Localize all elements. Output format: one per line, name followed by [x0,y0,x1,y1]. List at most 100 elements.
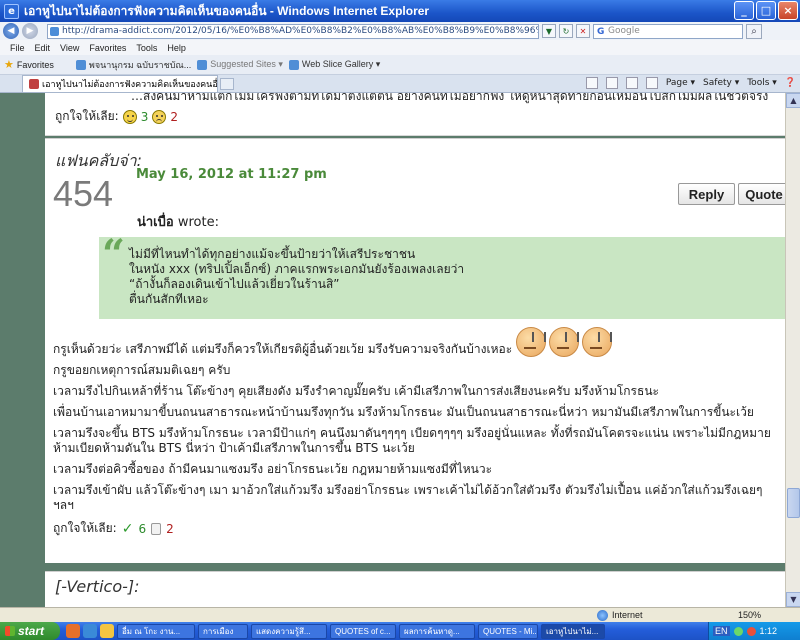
comment-author: แฟนคลับจ่า: [55,151,142,170]
comment-paragraph: กรูเห็นด้วยว่ะ เสรีภาพมีได้ แต่มรึงก็ควร… [53,327,783,357]
tab-row: เอาหูไปนาไม่ต้องการฟังความคิดเห็นของคนอื… [0,75,800,93]
menu-file[interactable]: File [10,43,25,53]
favorites-button[interactable]: ★ Favorites [4,58,54,71]
favorite-item-label: พจนานุกรม ฉบับราชบัณ... [88,59,192,70]
task-item-active[interactable]: เอาหูไปนาไม่... [541,623,605,639]
menu-view[interactable]: View [60,43,79,53]
scroll-up-button[interactable]: ▲ [786,93,800,108]
bad-count: 2 [170,109,179,124]
window-title: เอาหูไปนาไม่ต้องการฟังความคิดเห็นของคนอื… [24,3,430,18]
safety-menu[interactable]: Safety ▾ [703,78,739,88]
quote-block: “ ไม่มีที่ไหนทำได้ทุกอย่างแม้จะขึ้นป้ายว… [99,231,785,319]
page-favicon-icon [50,26,59,36]
quoted-user: น่าเบื่อ [137,215,174,230]
start-button[interactable]: start [0,622,60,640]
ie-quicklaunch-icon[interactable] [83,624,97,638]
maximize-button[interactable]: □ [756,1,776,20]
menu-edit[interactable]: Edit [35,43,51,53]
back-button[interactable]: ◀ [3,23,19,39]
security-icon[interactable] [746,626,756,636]
page-menu[interactable]: Page ▾ [666,78,695,88]
quote-button[interactable]: Quote [738,183,785,205]
url-field[interactable]: http://drama-addict.com/2012/05/16/%E0%B… [47,23,539,39]
comment-author: [-Vertico-]: [55,577,140,596]
previous-comment-text: …สงคนมาห้ามแต่ก็ไม่มีใครฟังตามที่ได้มาตั… [131,93,769,103]
new-tab-button[interactable] [220,77,234,90]
zoom-level[interactable]: 150% [738,610,761,620]
task-item[interactable]: แสดงความรู้สึ... [251,623,327,639]
clock[interactable]: 1:12 [760,626,778,636]
thumbs-down-icon[interactable] [151,522,162,535]
comment-date[interactable]: May 16, 2012 at 11:27 pm [136,167,327,182]
stop-button[interactable]: ✕ [576,24,590,38]
scroll-down-button[interactable]: ▼ [786,592,800,607]
comment-paragraph-text: กรูเห็นด้วยว่ะ เสรีภาพมีได้ แต่มรึงก็ควร… [53,342,513,356]
quote-line: ไม่มีที่ไหนทำได้ทุกอย่างแม้จะขึ้นป้ายว่า… [129,247,416,261]
task-item[interactable]: QUOTES of c... [330,623,396,639]
close-button[interactable]: × [778,1,798,20]
favorite-item-web-slice-gallery[interactable]: Web Slice Gallery ▾ [288,59,381,70]
good-count: 3 [140,109,149,124]
scroll-thumb[interactable] [787,488,800,518]
favorite-item-suggested-sites[interactable]: Suggested Sites ▾ [197,59,283,70]
star-icon: ★ [4,59,14,71]
facepalm-face-icon [549,327,580,357]
folder-icon[interactable] [100,624,114,638]
page-content: …สงคนมาห้ามแต่ก็ไม่มีใครฟังตามที่ได้มาตั… [0,93,785,607]
globe-icon [597,609,608,621]
google-icon: G [597,26,605,37]
reply-button[interactable]: Reply [678,183,735,205]
vertical-scrollbar[interactable]: ▲ ▼ [785,93,800,607]
forward-button[interactable]: ▶ [22,23,38,39]
quote-line: “ถ้างั้นก็ลองเดินเข้าไปแล้วเยี่ยวในร้านส… [129,277,340,291]
system-tray: EN 1:12 [708,622,800,640]
menu-favorites[interactable]: Favorites [89,43,126,53]
task-item[interactable]: ผลการค้นหาดู... [399,623,475,639]
menu-help[interactable]: Help [167,43,186,53]
quote-text: ไม่มีที่ไหนทำได้ทุกอย่างแม้จะขึ้นป้ายว่า… [129,247,464,307]
search-placeholder: Google [608,25,640,36]
mail-icon[interactable] [625,77,638,89]
print-icon[interactable] [645,77,658,89]
home-icon[interactable] [585,77,598,89]
status-bar: Internet 150% [0,607,800,622]
network-icon[interactable] [733,626,743,636]
search-input[interactable]: G Google [593,23,743,39]
previous-comment: …สงคนมาห้ามแต่ก็ไม่มีใครฟังตามที่ได้มาตั… [45,93,785,136]
feeds-icon[interactable] [605,77,618,89]
zone-label: Internet [612,610,643,620]
comment-paragraph: เวลามรึงเข้าผับ แล้วโต๊ะข้างๆ เมา มาอ้วก… [53,483,763,512]
bad-count: 2 [166,521,174,536]
favorite-item-dictionary[interactable]: พจนานุกรม ฉบับราชบัณ... [75,58,192,72]
minimize-button[interactable]: _ [734,1,754,20]
happy-face-icon[interactable] [122,109,137,124]
suggested-sites-icon [197,59,208,70]
favorites-bar: ★ Favorites พจนานุกรม ฉบับราชบัณ... Sugg… [0,55,800,75]
check-icon[interactable]: ✓ [122,521,134,537]
tab-active[interactable]: เอาหูไปนาไม่ต้องการฟังความคิดเห็นของคนอื… [22,75,218,92]
task-item[interactable]: QUOTES - Mi... [478,623,538,639]
task-item[interactable]: การเมือง [198,623,248,639]
firefox-icon[interactable] [66,624,80,638]
next-comment: [-Vertico-]: [45,571,785,607]
page-icon [75,59,86,70]
menu-tools[interactable]: Tools [136,43,157,53]
favorite-item-label: Suggested Sites ▾ [210,59,283,69]
task-item[interactable]: อื่ม ณ โกะ งาน... [117,623,195,639]
favorites-label: Favorites [16,59,54,70]
taskbar: start อื่ม ณ โกะ งาน... การเมือง แสดงควา… [0,622,800,640]
menu-bar: File Edit View Favorites Tools Help [0,40,800,55]
address-bar: ◀ ▶ http://drama-addict.com/2012/05/16/%… [0,22,800,40]
quote-attribution: น่าเบื่อ wrote: [137,211,219,232]
help-icon[interactable]: ❓ [785,78,796,88]
go-button[interactable]: ▼ [542,24,556,38]
quote-line: ตื่นกันสักทีเหอะ [129,292,209,306]
comment-paragraph: เพื่อนบ้านเอาหมามาขี้บนถนนสาธารณะหน้าบ้า… [53,405,754,419]
language-indicator[interactable]: EN [713,626,730,636]
comment-paragraph: กรูขอยกเหตุการณ์สมมติเฉยๆ ครับ [53,363,231,377]
search-button[interactable]: ⌕ [746,23,762,39]
favorite-item-label: Web Slice Gallery ▾ [301,59,381,69]
tools-menu[interactable]: Tools ▾ [747,78,777,88]
refresh-button[interactable]: ↻ [559,24,573,38]
sad-face-icon[interactable] [152,109,167,124]
